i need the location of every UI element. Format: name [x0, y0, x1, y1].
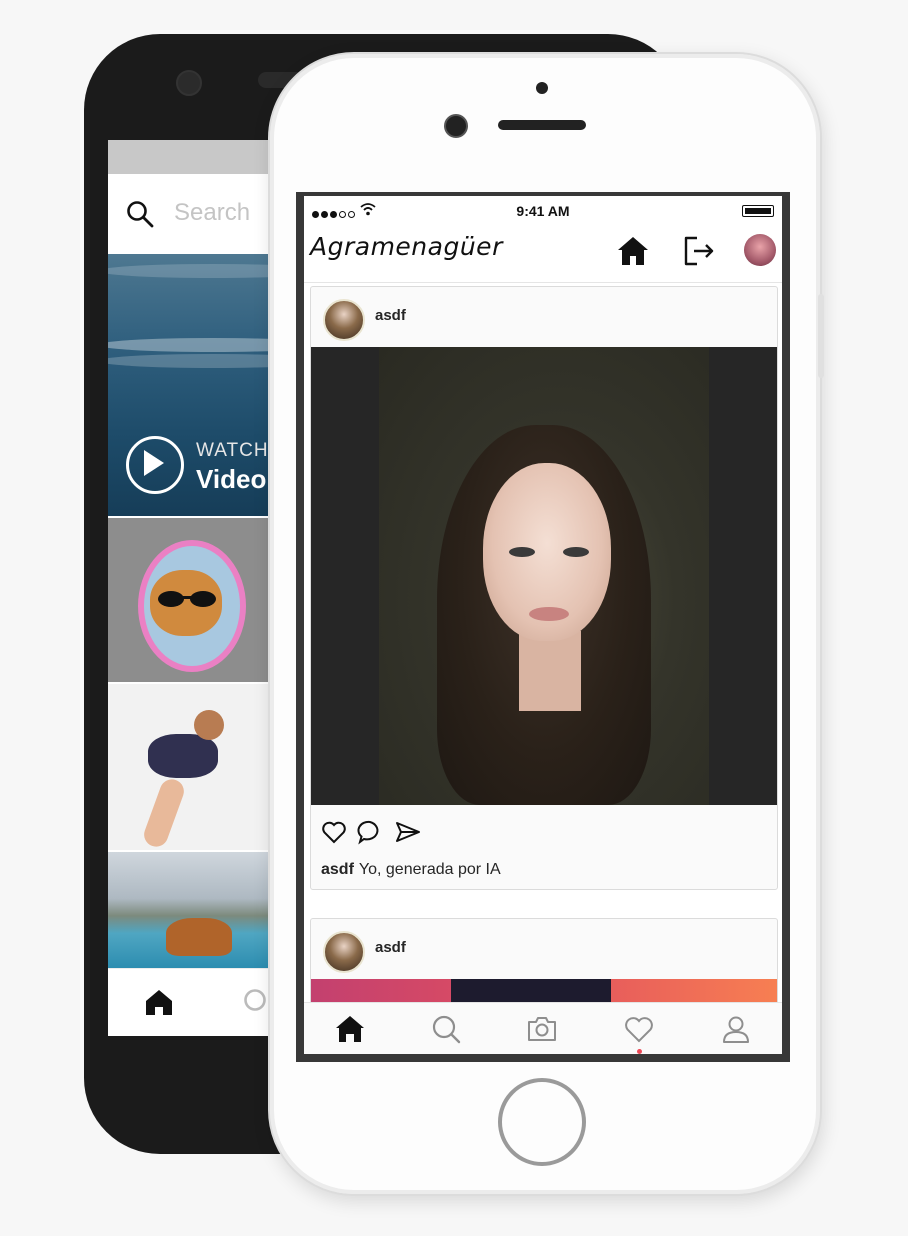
- post-caption: asdf Yo, generada por IA: [321, 861, 501, 879]
- home-icon[interactable]: [616, 234, 650, 268]
- eye-shape: [509, 547, 535, 557]
- comment-icon[interactable]: [357, 819, 383, 845]
- lips-shape: [529, 607, 569, 621]
- portrait-artwork: [379, 347, 709, 805]
- heart-icon[interactable]: [623, 1013, 655, 1045]
- sunglasses-shape: [158, 591, 216, 607]
- camera-icon[interactable]: [526, 1013, 558, 1045]
- battery-icon: [742, 205, 774, 217]
- caption-text: Yo, generada por IA: [358, 861, 501, 878]
- proximity-sensor: [536, 82, 548, 94]
- share-icon[interactable]: [395, 819, 421, 845]
- post-image[interactable]: [311, 347, 777, 805]
- side-button: [818, 294, 824, 378]
- eye-shape: [563, 547, 589, 557]
- app-screen: 9:41 AM Agramenagüer asdf asdf Yo, gener…: [304, 196, 782, 1054]
- app-logo[interactable]: Agramenagüer: [310, 232, 503, 261]
- neck-shape: [519, 631, 581, 711]
- status-time: 9:41 AM: [516, 203, 570, 219]
- status-bar: 9:41 AM: [304, 196, 782, 222]
- search-placeholder[interactable]: Search: [174, 199, 250, 227]
- front-camera: [444, 114, 468, 138]
- profile-avatar[interactable]: [744, 234, 776, 266]
- arm-shape: [140, 776, 188, 850]
- home-icon[interactable]: [144, 987, 174, 1017]
- front-speaker: [498, 120, 586, 130]
- play-triangle: [144, 450, 164, 476]
- battery-fill: [745, 208, 771, 214]
- post-card: asdf asdf Yo, generada por IA: [310, 286, 778, 890]
- avatar[interactable]: [323, 931, 365, 973]
- avatar[interactable]: [323, 299, 365, 341]
- post-actions: [321, 819, 521, 849]
- burger-shape: [166, 918, 232, 956]
- back-phone-camera: [176, 70, 202, 96]
- dog-body-shape: [148, 734, 218, 778]
- logout-icon[interactable]: [682, 234, 716, 268]
- search-icon[interactable]: [126, 200, 154, 228]
- heart-icon[interactable]: [321, 819, 347, 845]
- home-button[interactable]: [498, 1078, 586, 1166]
- search-icon[interactable]: [430, 1013, 462, 1045]
- dog-head-shape: [194, 710, 224, 740]
- caption-username[interactable]: asdf: [321, 861, 354, 878]
- profile-icon[interactable]: [720, 1013, 752, 1045]
- app-header: Agramenagüer: [304, 222, 782, 283]
- home-icon[interactable]: [334, 1013, 366, 1045]
- post-username[interactable]: asdf: [375, 307, 406, 324]
- watch-label: WATCH: [196, 440, 269, 461]
- notification-dot: [637, 1049, 642, 1054]
- video-label: Video: [196, 464, 267, 494]
- tab-bar: [304, 1002, 782, 1054]
- post-username[interactable]: asdf: [375, 939, 406, 956]
